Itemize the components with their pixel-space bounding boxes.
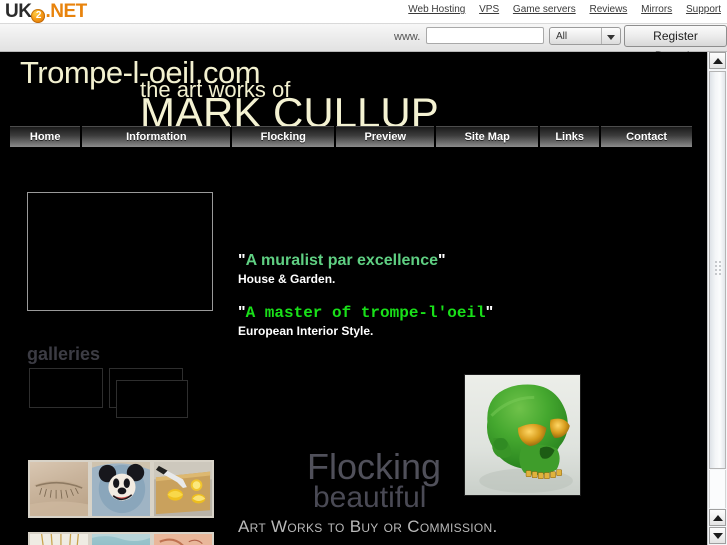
galleries-heading: galleries	[27, 344, 101, 364]
uk2-link-support[interactable]: Support	[686, 4, 721, 15]
main-navigation: Home Information Flocking Preview Site M…	[10, 126, 692, 147]
flocking-headline: Flocking beautiful	[307, 446, 442, 514]
terracotta-relief-image	[154, 534, 212, 545]
gallery-thumb-closed-eye[interactable]	[28, 460, 90, 518]
quote-2: "A master of trompe-l'oeil"	[238, 304, 668, 322]
gallery-thumb-knife-lemons[interactable]	[152, 460, 214, 518]
nav-item-preview[interactable]: Preview	[336, 126, 435, 147]
quote-1-text: A muralist par excellence	[245, 252, 438, 269]
uk2-link-web-hosting[interactable]: Web Hosting	[408, 4, 465, 15]
nav-item-links[interactable]: Links	[540, 126, 600, 147]
scroll-down-icon[interactable]	[709, 527, 726, 544]
quote-1: "A muralist par excellence"	[238, 252, 668, 270]
birds-nest-image	[30, 533, 88, 545]
chevron-down-icon[interactable]	[601, 28, 620, 44]
nav-item-home[interactable]: Home	[10, 126, 81, 147]
uk2-logo-prefix: UK	[5, 1, 32, 22]
gallery-thumb-birds-nest[interactable]	[28, 532, 90, 545]
tld-select[interactable]: All	[549, 27, 621, 45]
page-tagline: Art Works to Buy or Commission.	[238, 517, 498, 536]
scrollbar-track[interactable]	[709, 470, 726, 508]
mickey-mouse-stone-image	[92, 462, 150, 516]
gallery-thumb-terracotta[interactable]	[152, 532, 214, 545]
site-content: Trompe-l-oeil.com the art works of MARK …	[0, 52, 727, 545]
quotes-block: "A muralist par excellence" House & Gard…	[238, 252, 668, 338]
flocking-line-2: beautiful	[313, 481, 427, 514]
uk2-globe-icon: 2	[31, 9, 46, 23]
domain-search-input[interactable]	[426, 27, 544, 44]
gallery-placeholder-box-1	[29, 368, 103, 408]
quote-2-close: "	[485, 304, 494, 321]
uk2-link-mirrors[interactable]: Mirrors	[641, 4, 672, 15]
quote-1-close: "	[437, 252, 446, 269]
closed-eye-painting-image	[30, 462, 88, 516]
register-domain-button[interactable]: Register Domain	[624, 25, 727, 63]
quote-1-open: "	[238, 252, 246, 269]
tld-select-value: All	[556, 31, 568, 42]
nav-item-contact[interactable]: Contact	[601, 126, 692, 147]
scroll-up-icon[interactable]	[709, 52, 726, 69]
quote-2-text: A master of trompe-l'oeil	[245, 304, 486, 322]
uk2-link-game-servers[interactable]: Game servers	[513, 4, 576, 15]
uk2-link-reviews[interactable]: Reviews	[590, 4, 628, 15]
knife-and-lemons-image	[154, 462, 212, 516]
scrollbar-thumb[interactable]	[709, 71, 726, 469]
green-skull-graphic	[465, 375, 580, 495]
gallery-placeholder-box-3	[116, 380, 188, 418]
uk2-logo[interactable]: UK 2 .NET	[5, 1, 87, 23]
scroll-up-icon-bottom[interactable]	[709, 509, 726, 526]
vertical-scrollbar[interactable]	[707, 52, 727, 545]
nav-item-information[interactable]: Information	[82, 126, 231, 147]
uk2-nav-links: Web Hosting VPS Game servers Reviews Mir…	[408, 4, 721, 15]
uk2-logo-suffix: .NET	[45, 1, 87, 22]
scrollbar-grip	[714, 260, 723, 276]
flocked-skull-image[interactable]	[464, 374, 581, 496]
www-label: www.	[394, 31, 421, 43]
quote-2-open: "	[238, 304, 246, 321]
site-banner: Trompe-l-oeil.com the art works of MARK …	[0, 52, 707, 136]
gallery-thumb-underwater[interactable]	[90, 532, 152, 545]
nav-item-flocking[interactable]: Flocking	[232, 126, 335, 147]
uk2-top-bar: UK 2 .NET Web Hosting VPS Game servers Rev…	[0, 0, 727, 24]
domain-search-bar: www. All Register Domain	[0, 24, 727, 76]
underwater-scene-image	[92, 534, 150, 545]
gallery-thumb-mickey-stone[interactable]	[90, 460, 152, 518]
quote-1-attribution: House & Garden.	[238, 272, 336, 286]
flocking-line-1: Flocking	[307, 446, 442, 487]
nav-item-site-map[interactable]: Site Map	[436, 126, 539, 147]
feature-image-placeholder	[27, 192, 213, 311]
uk2-link-vps[interactable]: VPS	[479, 4, 499, 15]
quote-2-attribution: European Interior Style.	[238, 324, 374, 338]
